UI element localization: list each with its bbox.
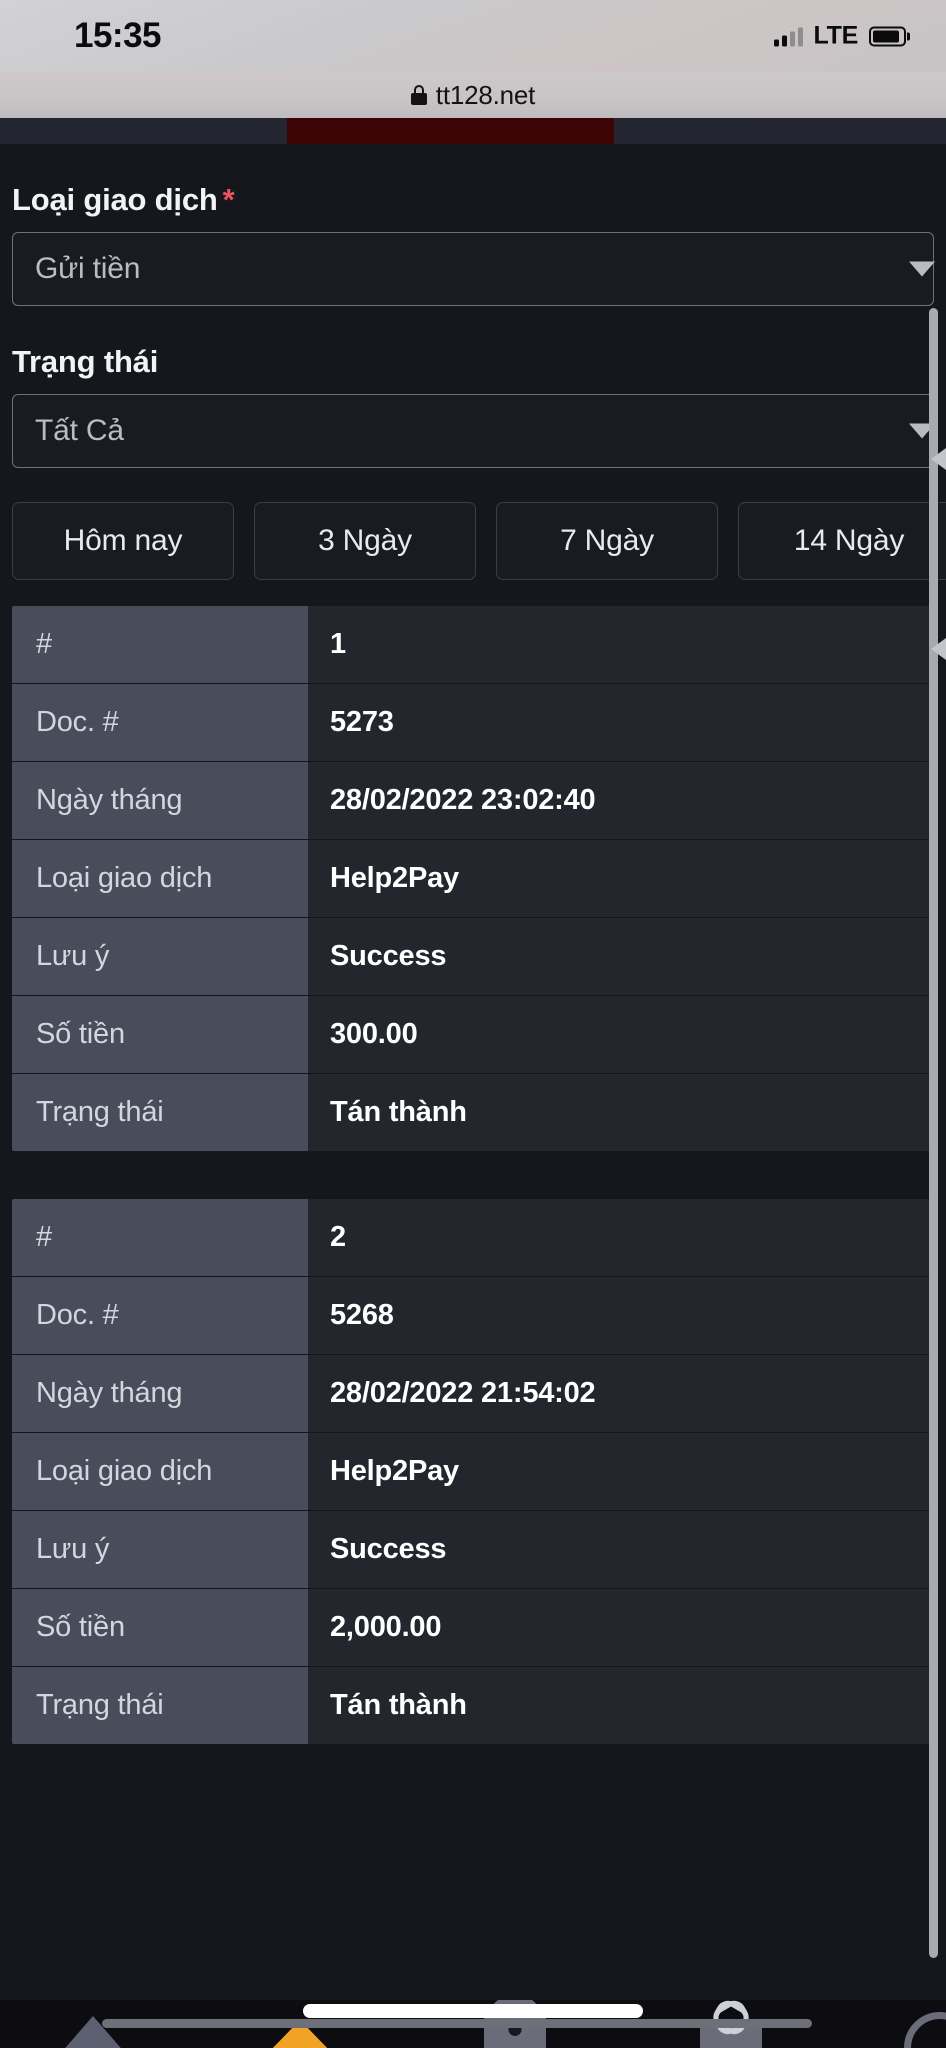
battery-icon (869, 26, 906, 46)
status-bar-indicators: LTE (773, 21, 906, 51)
status-select[interactable]: Tất Cả (12, 394, 935, 468)
network-type-label: LTE (813, 21, 859, 50)
page-scrollbar[interactable] (929, 308, 938, 1958)
row-value: Success (308, 1511, 934, 1588)
row-label: Trạng thái (12, 1667, 308, 1744)
circle-icon[interactable] (904, 2012, 946, 2048)
row-label: Số tiền (12, 1589, 308, 1666)
table-row: Ngày tháng 28/02/2022 21:54:02 (12, 1355, 934, 1433)
row-label: Trạng thái (12, 1074, 308, 1151)
card-separator (12, 1151, 934, 1173)
table-row: Số tiền 300.00 (12, 996, 934, 1074)
row-label: Doc. # (12, 684, 308, 761)
row-label: Số tiền (12, 996, 308, 1073)
lock-icon (410, 85, 427, 105)
required-asterisk: * (222, 182, 235, 217)
filter-button-7days[interactable]: 7 Ngày (496, 502, 718, 580)
bottom-navigation-bar (0, 2000, 946, 2048)
nav-progress-bar (102, 2019, 812, 2028)
table-row: Loại giao dịch Help2Pay (12, 840, 934, 918)
row-value: Help2Pay (308, 1433, 934, 1510)
table-row: Trạng thái Tán thành (12, 1074, 934, 1151)
table-row: Lưu ý Success (12, 1511, 934, 1589)
row-value: 300.00 (308, 996, 934, 1073)
row-value: 1 (308, 606, 934, 683)
transaction-type-value: Gửi tiền (35, 252, 141, 285)
row-value: Tán thành (308, 1667, 934, 1744)
row-value: 5268 (308, 1277, 934, 1354)
status-value: Tất Cả (35, 414, 124, 447)
cutoff-tab-strip[interactable] (0, 118, 946, 144)
table-row: Doc. # 5273 (12, 684, 934, 762)
ios-home-indicator[interactable] (303, 2004, 643, 2018)
scroll-arrow-icon (931, 638, 946, 660)
row-label: # (12, 1199, 308, 1276)
filter-button-14days[interactable]: 14 Ngày (738, 502, 946, 580)
row-label: Loại giao dịch (12, 840, 308, 917)
row-value: 2,000.00 (308, 1589, 934, 1666)
filter-button-3days[interactable]: 3 Ngày (254, 502, 476, 580)
table-row: Doc. # 5268 (12, 1277, 934, 1355)
cellular-signal-icon (773, 26, 803, 46)
table-row: Ngày tháng 28/02/2022 23:02:40 (12, 762, 934, 840)
status-bar-time: 15:35 (74, 16, 162, 55)
page-content: Loại giao dịch * Gửi tiền Trạng thái Tất … (0, 182, 946, 1744)
row-value: 28/02/2022 23:02:40 (308, 762, 934, 839)
date-filter-row: Hôm nay 3 Ngày 7 Ngày 14 Ngày (12, 502, 946, 580)
chevron-down-icon (909, 261, 935, 277)
row-label: Ngày tháng (12, 762, 308, 839)
row-label: Doc. # (12, 1277, 308, 1354)
row-value: Success (308, 918, 934, 995)
row-label: Lưu ý (12, 918, 308, 995)
table-row: Loại giao dịch Help2Pay (12, 1433, 934, 1511)
transaction-type-label-text: Loại giao dịch (12, 182, 218, 217)
active-tab-highlight[interactable] (287, 118, 614, 144)
transaction-card: # 2 Doc. # 5268 Ngày tháng 28/02/2022 21… (12, 1199, 934, 1744)
row-label: Loại giao dịch (12, 1433, 308, 1510)
scroll-arrow-icon (931, 448, 946, 470)
transaction-type-label: Loại giao dịch * (12, 182, 934, 218)
row-value: 5273 (308, 684, 934, 761)
ios-status-bar: 15:35 LTE (0, 0, 946, 72)
table-row: # 2 (12, 1199, 934, 1277)
row-label: # (12, 606, 308, 683)
table-row: Lưu ý Success (12, 918, 934, 996)
row-label: Ngày tháng (12, 1355, 308, 1432)
table-row: Trạng thái Tán thành (12, 1667, 934, 1744)
row-value: 2 (308, 1199, 934, 1276)
status-label: Trạng thái (12, 344, 934, 380)
transaction-type-select[interactable]: Gửi tiền (12, 232, 935, 306)
table-row: Số tiền 2,000.00 (12, 1589, 934, 1667)
row-value: Help2Pay (308, 840, 934, 917)
status-label-text: Trạng thái (12, 344, 159, 379)
webpage-viewport: Loại giao dịch * Gửi tiền Trạng thái Tất … (0, 118, 946, 2048)
row-value: Tán thành (308, 1074, 934, 1151)
browser-url-bar[interactable]: tt128.net (0, 72, 946, 118)
table-row: # 1 (12, 606, 934, 684)
filter-button-today[interactable]: Hôm nay (12, 502, 234, 580)
row-label: Lưu ý (12, 1511, 308, 1588)
transaction-card: # 1 Doc. # 5273 Ngày tháng 28/02/2022 23… (12, 606, 934, 1151)
url-text: tt128.net (435, 79, 536, 110)
row-value: 28/02/2022 21:54:02 (308, 1355, 934, 1432)
